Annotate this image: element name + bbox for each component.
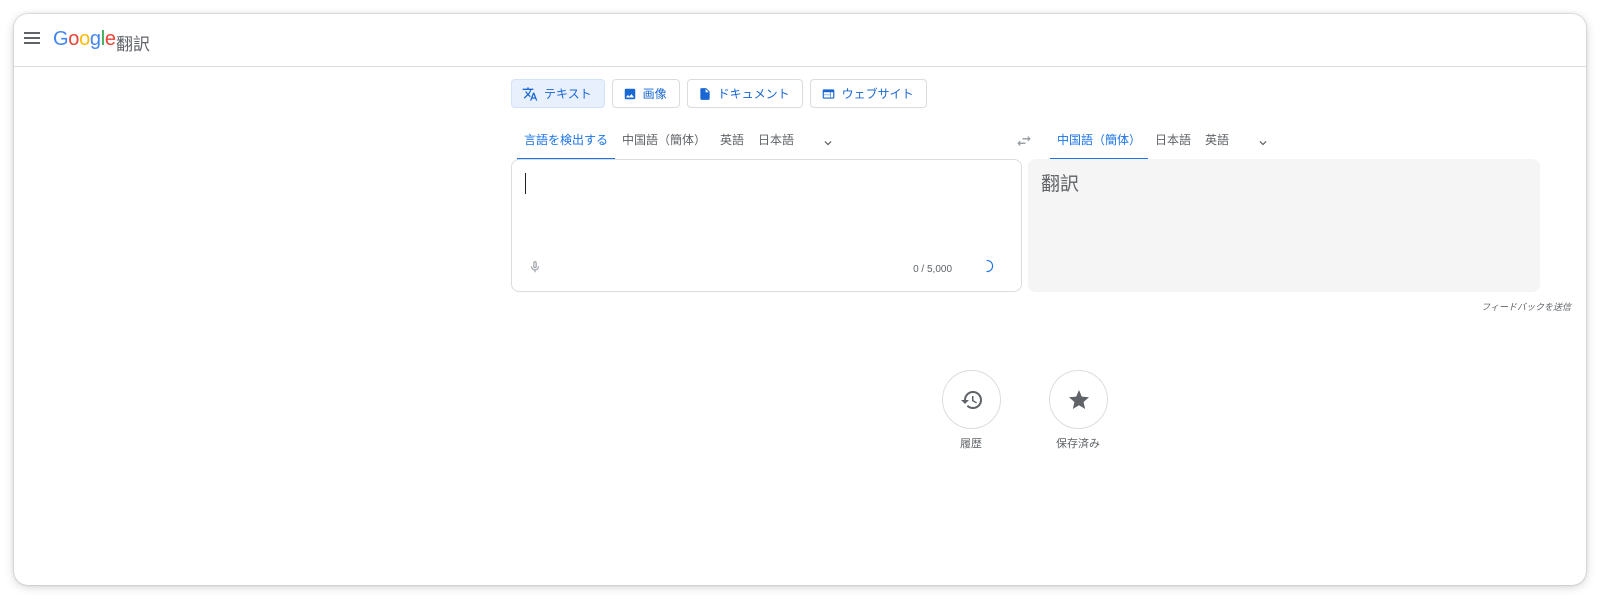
saved-label: 保存済み [1056,437,1100,450]
google-logo[interactable]: Google [53,28,116,51]
source-lang-detect[interactable]: 言語を検出する [517,126,616,160]
tab-image[interactable]: 画像 [611,79,680,108]
source-language-bar: 言語を検出する 中国語（簡体） 英語 日本語 [517,126,835,160]
send-feedback-link[interactable]: フィードバックを送信 [1481,300,1571,313]
character-count: 0 / 5,000 [913,264,952,275]
tab-website-label: ウェブサイト [841,87,914,101]
saved-button[interactable] [1049,370,1108,429]
source-text-input[interactable]: 0 / 5,000 [511,159,1022,292]
microphone-icon[interactable] [528,259,542,280]
mode-tabs: テキスト 画像 ドキュメント ウェブサイト [511,79,927,108]
chevron-down-icon [1259,141,1267,146]
target-language-bar: 中国語（簡体） 日本語 英語 [1050,126,1270,160]
document-icon [699,87,710,100]
tab-website[interactable]: ウェブサイト [809,79,927,108]
target-lang-japanese[interactable]: 日本語 [1148,126,1198,160]
swap-icon [1017,135,1031,147]
loading-spinner-icon [980,259,994,278]
product-name: 翻訳 [116,35,150,55]
image-icon [624,88,635,99]
source-lang-japanese[interactable]: 日本語 [751,126,801,160]
app-window: Google 翻訳 テキスト 画像 ドキュメント ウェブサイト 言語を検出する … [14,14,1586,585]
source-lang-chinese-simplified[interactable]: 中国語（簡体） [615,126,713,160]
target-lang-english[interactable]: 英語 [1198,126,1236,160]
translate-icon [522,86,538,101]
tab-document[interactable]: ドキュメント [686,79,803,108]
chevron-down-icon [824,141,832,146]
target-lang-chinese-simplified[interactable]: 中国語（簡体） [1050,126,1149,160]
star-icon [1068,389,1089,409]
text-cursor [525,173,526,194]
translation-output: 翻訳 [1028,159,1540,292]
tab-text-label: テキスト [544,87,592,101]
top-bar: Google 翻訳 [14,14,1586,67]
swap-languages-button[interactable] [1015,132,1033,155]
website-icon [822,88,835,99]
target-more-languages-button[interactable] [1256,126,1270,160]
history-label: 履歴 [960,437,982,450]
source-more-languages-button[interactable] [821,126,835,160]
tab-image-label: 画像 [642,87,667,101]
tab-text[interactable]: テキスト [511,79,605,108]
hamburger-menu-icon[interactable] [24,32,40,46]
history-button[interactable] [942,370,1001,429]
tab-document-label: ドキュメント [717,87,790,101]
history-icon [960,390,982,409]
source-lang-english[interactable]: 英語 [713,126,751,160]
translation-placeholder: 翻訳 [1041,173,1080,195]
